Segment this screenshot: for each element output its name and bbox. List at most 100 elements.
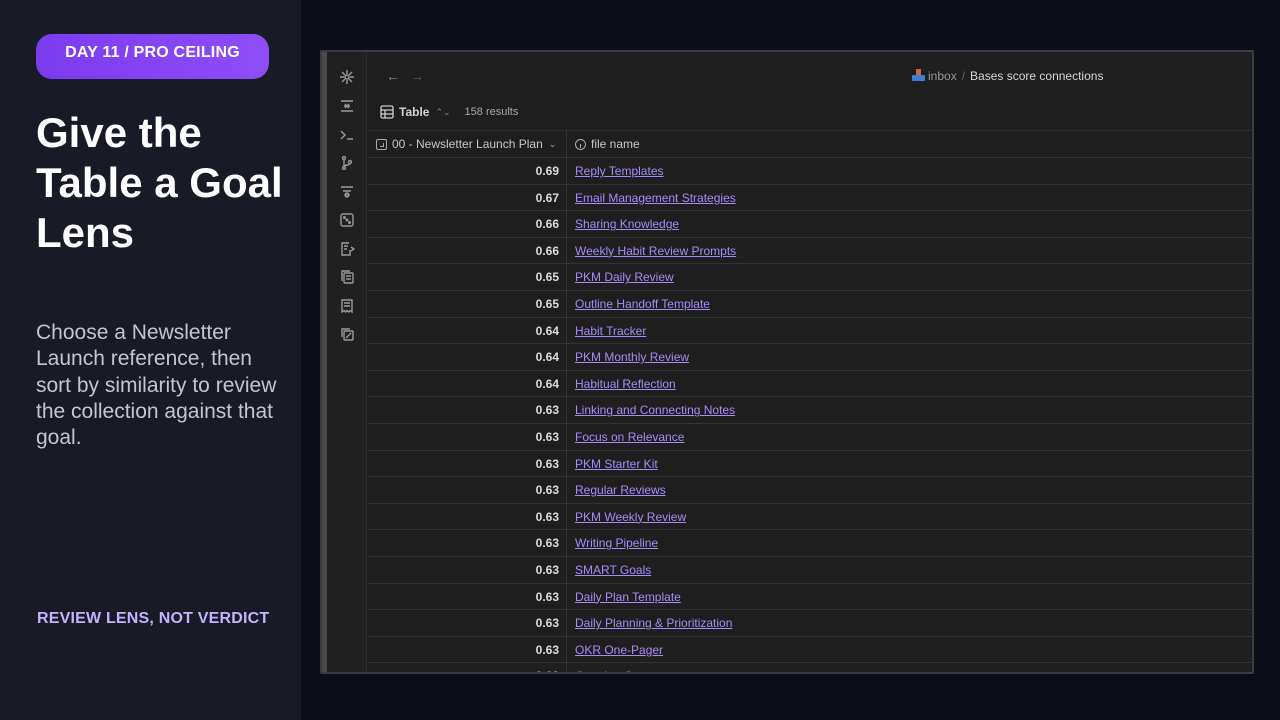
updown-chevron-icon[interactable]: ⌃⌄: [435, 107, 450, 118]
canvas-icon[interactable]: [339, 98, 355, 114]
table-row[interactable]: 0.64 Habitual Reflection: [368, 370, 1252, 398]
table-row[interactable]: 0.63 Regular Reviews: [368, 477, 1252, 504]
column-header-score[interactable]: 00 - Newsletter Launch Plan ⌄: [368, 131, 567, 157]
file-link[interactable]: Writing Pipeline: [575, 536, 658, 550]
file-name-cell: Focus on Relevance: [567, 424, 1252, 450]
chevron-down-icon[interactable]: ⌄: [549, 139, 557, 150]
file-link[interactable]: Email Management Strategies: [575, 191, 736, 205]
table-row[interactable]: 0.65 PKM Daily Review: [368, 264, 1252, 291]
forward-arrow-icon[interactable]: →: [410, 68, 424, 84]
table-row[interactable]: 0.63 Focus on Relevance: [368, 423, 1252, 451]
file-link[interactable]: Daily Plan Template: [575, 590, 681, 604]
score-cell: 0.63: [368, 583, 567, 610]
table-row[interactable]: 0.69 Reply Templates: [368, 158, 1252, 185]
git-icon[interactable]: [339, 155, 355, 171]
file-link[interactable]: PKM Daily Review: [575, 270, 674, 284]
file-link[interactable]: PKM Monthly Review: [575, 350, 689, 364]
filter-icon[interactable]: [339, 184, 355, 200]
table-row[interactable]: 0.66 Weekly Habit Review Prompts: [368, 237, 1252, 265]
table-row[interactable]: 0.63 PKM Starter Kit: [368, 450, 1252, 478]
score-cell: 0.67: [368, 184, 567, 211]
file-name-cell: Writing Pipeline: [567, 530, 1252, 556]
score-cell: 0.63: [368, 423, 567, 450]
file-link[interactable]: PKM Weekly Review: [575, 510, 686, 524]
column-header-file-name[interactable]: file name: [567, 131, 1252, 157]
terminal-icon[interactable]: [339, 127, 355, 143]
table-row[interactable]: 0.63 OKR One-Pager: [368, 636, 1252, 664]
day-badge: DAY 11 / PRO CEILING: [36, 34, 269, 79]
results-table: 00 - Newsletter Launch Plan ⌄ file name …: [368, 130, 1252, 672]
breadcrumb-folder[interactable]: inbox: [928, 69, 957, 83]
slide-panel: DAY 11 / PRO CEILING Give the Table a Go…: [0, 0, 301, 720]
breadcrumb-separator: /: [961, 69, 966, 83]
table-row[interactable]: 0.63 PKM Weekly Review: [368, 503, 1252, 531]
file-link[interactable]: Sharing Knowledge: [575, 217, 679, 231]
score-cell: 0.65: [368, 290, 567, 317]
score-cell: 0.64: [368, 370, 567, 397]
score-cell: 0.63: [368, 397, 567, 423]
file-name-cell: OKR One-Pager: [567, 637, 1252, 663]
table-row[interactable]: 0.67 Email Management Strategies: [368, 184, 1252, 212]
file-link[interactable]: Daily Planning & Prioritization: [575, 616, 732, 630]
file-link[interactable]: Creating Output: [575, 669, 660, 672]
note-arrow-icon[interactable]: [339, 241, 356, 257]
score-cell: 0.66: [368, 237, 567, 264]
file-link[interactable]: OKR One-Pager: [575, 643, 663, 657]
score-cell: 0.66: [368, 211, 567, 237]
copy-icon[interactable]: [339, 269, 355, 285]
file-link[interactable]: Weekly Habit Review Prompts: [575, 244, 736, 258]
table-row[interactable]: 0.63 Writing Pipeline: [368, 530, 1252, 557]
file-name-cell: Sharing Knowledge: [567, 211, 1252, 237]
table-row[interactable]: 0.63 Creating Output: [368, 663, 1252, 672]
info-icon: [575, 138, 586, 150]
slide-headline: Give the Table a Goal Lens: [36, 109, 283, 256]
table-row[interactable]: 0.63 SMART Goals: [368, 556, 1252, 584]
slide-description: Choose a Newsletter Launch reference, th…: [36, 321, 277, 450]
file-link[interactable]: PKM Starter Kit: [575, 457, 658, 471]
file-link[interactable]: Linking and Connecting Notes: [575, 403, 735, 417]
table-row[interactable]: 0.64 Habit Tracker: [368, 317, 1252, 345]
clone-icon[interactable]: [339, 326, 355, 342]
view-selector[interactable]: Table: [399, 105, 429, 119]
view-toolbar: Table ⌃⌄ 158 results: [380, 102, 518, 122]
graph-icon[interactable]: [339, 69, 355, 85]
app-screenshot: ← → inbox / Bases score connections Table …: [320, 50, 1254, 674]
inbox-icon: [912, 69, 925, 81]
file-name-cell: Habitual Reflection: [567, 371, 1252, 397]
table-row[interactable]: 0.64 PKM Monthly Review: [368, 344, 1252, 371]
score-cell: 0.63: [368, 477, 567, 503]
file-link[interactable]: SMART Goals: [575, 563, 651, 577]
file-link[interactable]: Regular Reviews: [575, 483, 666, 497]
file-name-cell: PKM Starter Kit: [567, 451, 1252, 477]
breadcrumb-current[interactable]: Bases score connections: [970, 69, 1103, 83]
file-link[interactable]: Outline Handoff Template: [575, 297, 710, 311]
breadcrumb: inbox / Bases score connections: [912, 69, 1103, 83]
table-row[interactable]: 0.63 Daily Planning & Prioritization: [368, 610, 1252, 637]
file-name-cell: PKM Weekly Review: [567, 504, 1252, 530]
file-link[interactable]: Habitual Reflection: [575, 377, 676, 391]
file-link[interactable]: Focus on Relevance: [575, 430, 684, 444]
file-link[interactable]: Habit Tracker: [575, 324, 646, 338]
dice-icon[interactable]: [339, 212, 355, 228]
score-cell: 0.63: [368, 663, 567, 672]
number-property-icon: [376, 138, 387, 150]
column-header-label: 00 - Newsletter Launch Plan: [392, 137, 543, 151]
file-name-cell: Email Management Strategies: [567, 185, 1252, 211]
slide-footer-note: REVIEW LENS, NOT VERDICT: [37, 610, 270, 627]
table-row[interactable]: 0.63 Linking and Connecting Notes: [368, 397, 1252, 424]
back-arrow-icon[interactable]: ←: [386, 68, 400, 84]
table-row[interactable]: 0.66 Sharing Knowledge: [368, 211, 1252, 238]
table-row[interactable]: 0.65 Outline Handoff Template: [368, 290, 1252, 318]
score-cell: 0.63: [368, 503, 567, 530]
score-cell: 0.63: [368, 450, 567, 477]
score-cell: 0.63: [368, 556, 567, 583]
file-name-cell: Creating Output: [567, 663, 1252, 672]
file-name-cell: PKM Daily Review: [567, 264, 1252, 290]
table-row[interactable]: 0.63 Daily Plan Template: [368, 583, 1252, 611]
table-body: 0.69 Reply Templates 0.67 Email Management …: [368, 158, 1252, 672]
column-header-label: file name: [591, 137, 640, 151]
file-name-cell: Outline Handoff Template: [567, 291, 1252, 317]
file-link[interactable]: Reply Templates: [575, 164, 664, 178]
receipt-icon[interactable]: [339, 298, 355, 314]
score-cell: 0.69: [368, 158, 567, 184]
